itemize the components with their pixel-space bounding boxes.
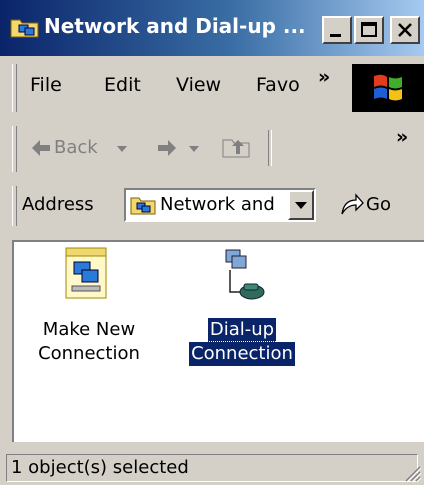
menu-grip[interactable]: [12, 64, 17, 112]
item-label-line2: Connection: [188, 341, 296, 367]
menu-file[interactable]: File: [30, 74, 62, 96]
folder-icon: [10, 19, 39, 38]
status-text: 1 object(s) selected: [6, 454, 418, 482]
address-label: Address: [22, 194, 94, 215]
dialup-connection-item[interactable]: Dial-up Connection: [184, 246, 304, 382]
item-label: Make New Connection: [34, 318, 144, 366]
item-label: Dial-up Connection: [186, 317, 298, 367]
back-button[interactable]: Back: [30, 136, 146, 164]
minimize-icon: [330, 34, 341, 37]
forward-dropdown-icon: [189, 146, 199, 152]
maximize-icon: [361, 22, 377, 37]
menu-overflow-chevron[interactable]: »: [318, 66, 330, 88]
item-label-line1: Dial-up: [206, 317, 278, 343]
status-bar: 1 object(s) selected: [0, 452, 424, 485]
folder-icon: [130, 197, 156, 215]
toolbar-overflow-chevron[interactable]: »: [396, 126, 408, 148]
chevron-down-icon: [295, 202, 307, 209]
go-arrow-icon: [341, 193, 364, 215]
windows-logo: [352, 64, 424, 112]
title-bar[interactable]: Network and Dial-up ...: [0, 0, 424, 56]
go-label: Go: [366, 194, 391, 215]
up-folder-button[interactable]: [222, 134, 252, 164]
address-dropdown-button[interactable]: [288, 190, 314, 220]
toolbar-grip[interactable]: [12, 126, 17, 172]
explorer-window: Network and Dial-up ... File Edit View F…: [0, 0, 424, 485]
toolbar-band: Back »: [0, 120, 424, 178]
go-button[interactable]: Go: [338, 190, 418, 220]
item-label-line1: Make New: [42, 319, 136, 340]
up-folder-icon: [222, 139, 250, 158]
make-new-connection-icon: [65, 247, 107, 299]
close-icon: [398, 23, 412, 37]
resize-grip-icon[interactable]: [402, 463, 422, 483]
dialup-connection-icon: [225, 249, 265, 300]
minimize-button[interactable]: [322, 16, 352, 44]
toolbar-separator: [268, 130, 272, 166]
make-new-connection-item[interactable]: Make New Connection: [34, 246, 144, 382]
back-label: Back: [54, 137, 98, 158]
address-combo[interactable]: Network and: [124, 188, 316, 222]
close-button[interactable]: [390, 16, 420, 44]
menu-favorites[interactable]: Favo: [256, 74, 300, 96]
maximize-button[interactable]: [354, 16, 384, 44]
address-value[interactable]: Network and: [160, 194, 286, 215]
back-arrow-icon: [32, 140, 50, 156]
forward-arrow-icon: [158, 140, 176, 156]
back-dropdown-icon: [117, 146, 127, 152]
windows-flag-icon: [374, 74, 402, 101]
window-title: Network and Dial-up ...: [44, 14, 306, 38]
content-pane[interactable]: Make New Connection Dial-up Connection: [12, 240, 424, 442]
forward-button[interactable]: [156, 136, 216, 164]
address-grip[interactable]: [12, 186, 17, 226]
menu-edit[interactable]: Edit: [104, 74, 141, 96]
item-label-line2: Connection: [38, 343, 140, 364]
menu-view[interactable]: View: [176, 74, 221, 96]
